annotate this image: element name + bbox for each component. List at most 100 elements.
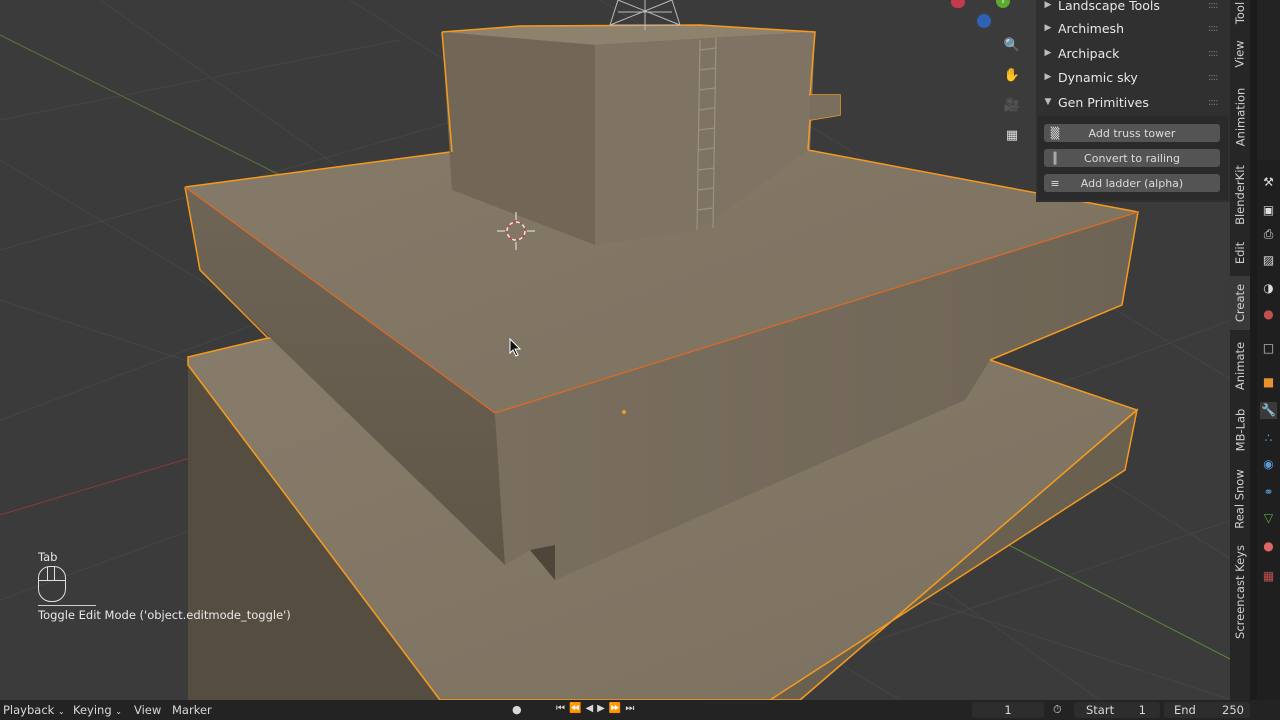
tab-label: Tool	[1233, 1, 1247, 25]
tab-label: BlenderKit	[1233, 165, 1248, 225]
timeline-header: Playback ⌄ Keying ⌄ View Marker ● ⏮⏪◀▶⏩⏭…	[0, 700, 1280, 720]
section-archipack[interactable]: ▶ Archipack ::::	[1036, 41, 1230, 65]
object-icon[interactable]: ■	[1260, 374, 1277, 391]
y-axis-line	[0, 34, 281, 176]
section-archimesh[interactable]: ▶ Archimesh ::::	[1036, 16, 1230, 40]
section-dynamic-sky[interactable]: ▶ Dynamic sky ::::	[1036, 65, 1230, 89]
view-menu[interactable]: View	[134, 703, 161, 717]
marker-menu[interactable]: Marker	[172, 703, 212, 717]
zoom-icon[interactable]: 🔍	[1001, 34, 1023, 56]
end-frame-field[interactable]: End 250	[1164, 702, 1250, 718]
playback-controls[interactable]: ⏮⏪◀▶⏩⏭	[556, 703, 638, 714]
chevron-down-icon: ⌄	[115, 707, 122, 716]
material-icon[interactable]: ●	[1260, 538, 1277, 555]
screencast-key: Tab	[38, 550, 58, 564]
tab-label: Create	[1233, 283, 1247, 323]
start-label: Start	[1086, 703, 1115, 717]
sidebar-panel: ▶ Landscape Tools :::: ▶ Archimesh :::: …	[1036, 0, 1230, 202]
collection-icon[interactable]: □	[1260, 340, 1277, 357]
pan-hand-icon[interactable]: ✋	[1001, 64, 1023, 86]
end-value: 250	[1222, 703, 1244, 717]
button-label: Convert to railing	[1084, 151, 1180, 165]
screencast-overlay: Tab Toggle Edit Mode ('object.editmode_t…	[38, 550, 291, 622]
texture-icon[interactable]: ▦	[1260, 568, 1277, 585]
jump-start-icon[interactable]: ⏮	[556, 703, 569, 714]
world-icon[interactable]: ●	[1260, 306, 1277, 323]
play-icon[interactable]: ▶	[597, 703, 609, 714]
section-label: Archimesh	[1058, 20, 1124, 36]
button-label: Add ladder (alpha)	[1080, 176, 1184, 190]
tab-tool[interactable]: Tool	[1230, 0, 1250, 26]
tab-label: Animation	[1233, 87, 1248, 147]
drag-grip-icon[interactable]: ::::	[1208, 0, 1226, 11]
start-value: 1	[1138, 703, 1146, 717]
camera-icon[interactable]: 🎥	[1001, 94, 1023, 116]
convert-to-railing-button[interactable]: ║ Convert to railing	[1044, 149, 1220, 167]
section-landscape-tools[interactable]: ▶ Landscape Tools ::::	[1036, 0, 1230, 17]
scene-icon[interactable]: ◑	[1260, 280, 1277, 297]
modifier-wrench-icon[interactable]: 🔧	[1260, 402, 1277, 419]
add-truss-tower-button[interactable]: ▒ Add truss tower	[1044, 124, 1220, 142]
output-icon[interactable]: ⎙	[1260, 226, 1277, 243]
gizmo-z-icon[interactable]	[977, 14, 991, 28]
physics-icon[interactable]: ◉	[1260, 456, 1277, 473]
chevron-down-icon: ⌄	[57, 707, 65, 716]
tab-label: Edit	[1233, 241, 1247, 265]
tab-real-snow[interactable]: Real Snow	[1230, 464, 1250, 534]
tab-label: Animate	[1233, 341, 1247, 391]
tab-blenderkit[interactable]: BlenderKit	[1230, 160, 1250, 230]
section-label: Archipack	[1058, 45, 1120, 61]
tab-label: Real Snow	[1233, 469, 1248, 529]
tab-mb-lab[interactable]: MB-Lab	[1230, 402, 1250, 458]
section-label: Landscape Tools	[1058, 0, 1160, 13]
panel-divider	[1250, 0, 1257, 700]
tab-edit[interactable]: Edit	[1230, 236, 1250, 270]
sidebar-tabs: Tool View Animation BlenderKit Edit Crea…	[1230, 0, 1250, 700]
tab-screencast-keys[interactable]: Screencast Keys	[1230, 540, 1250, 644]
play-reverse-icon[interactable]: ◀	[585, 703, 597, 714]
start-frame-field[interactable]: Start 1	[1074, 702, 1160, 718]
record-icon[interactable]: ●	[512, 703, 522, 716]
tab-view[interactable]: View	[1230, 34, 1250, 74]
expand-arrow-icon: ▶	[1044, 72, 1052, 82]
prev-keyframe-icon[interactable]: ⏪	[569, 703, 585, 714]
tab-animation[interactable]: Animation	[1230, 82, 1250, 152]
menu-label: Playback	[3, 703, 55, 717]
render-icon[interactable]: ▣	[1260, 202, 1277, 219]
expand-arrow-icon: ▶	[1044, 48, 1052, 58]
expand-arrow-icon: ▶	[1044, 23, 1052, 33]
tab-label: View	[1233, 40, 1248, 68]
menu-label: Keying	[73, 703, 112, 717]
constraints-icon[interactable]: ⚭	[1260, 484, 1277, 501]
grid-view-icon[interactable]: ▦	[1001, 124, 1023, 146]
button-label: Add truss tower	[1088, 126, 1176, 140]
tool-settings-icon[interactable]: ⚒	[1260, 174, 1277, 191]
drag-grip-icon[interactable]: ::::	[1208, 48, 1226, 59]
truss-tower-mesh	[609, 0, 681, 30]
jump-end-icon[interactable]: ⏭	[625, 703, 638, 714]
properties-tabs: ⚒ ▣ ⎙ ▨ ◑ ● □ ■ 🔧 ∴ ◉ ⚭ ▽ ● ▦	[1257, 160, 1280, 700]
add-ladder-button[interactable]: ≡ Add ladder (alpha)	[1044, 174, 1220, 192]
section-label: Dynamic sky	[1058, 69, 1138, 85]
section-gen-primitives[interactable]: ▼ Gen Primitives ::::	[1036, 90, 1230, 114]
stopwatch-icon[interactable]: ⏱	[1053, 703, 1062, 717]
section-label: Gen Primitives	[1058, 94, 1149, 110]
drag-grip-icon[interactable]: ::::	[1208, 97, 1226, 108]
keying-menu[interactable]: Keying ⌄	[73, 703, 122, 717]
tower-icon: ▒	[1050, 126, 1060, 140]
drag-grip-icon[interactable]: ::::	[1208, 23, 1226, 34]
playback-menu[interactable]: Playback ⌄	[3, 703, 65, 717]
current-frame-field[interactable]: 1	[972, 702, 1044, 718]
current-frame-value: 1	[1004, 703, 1012, 717]
particles-icon[interactable]: ∴	[1260, 430, 1277, 447]
view-layer-icon[interactable]: ▨	[1260, 252, 1277, 269]
tab-label: Screencast Keys	[1233, 545, 1247, 639]
expand-arrow-icon: ▶	[1044, 0, 1052, 10]
railing-icon: ║	[1051, 151, 1059, 165]
ladder-icon: ≡	[1050, 176, 1060, 190]
drag-grip-icon[interactable]: ::::	[1208, 72, 1226, 83]
tab-create[interactable]: Create	[1230, 276, 1250, 330]
next-keyframe-icon[interactable]: ⏩	[609, 703, 625, 714]
object-data-icon[interactable]: ▽	[1260, 510, 1277, 527]
tab-animate[interactable]: Animate	[1230, 336, 1250, 396]
